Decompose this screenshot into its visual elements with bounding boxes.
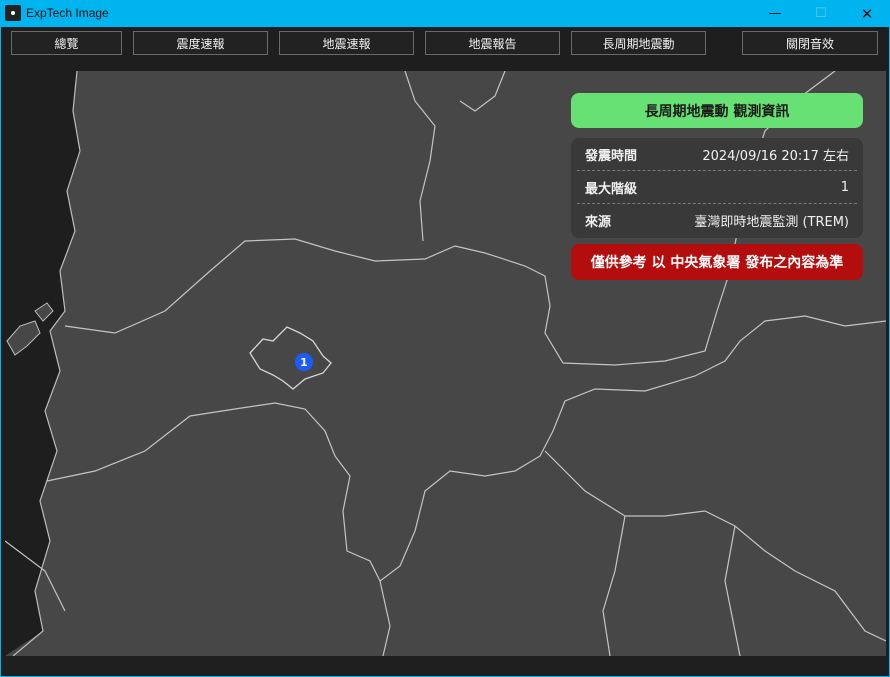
- eew-button[interactable]: 地震速報: [279, 31, 414, 55]
- info-row-value: 臺灣即時地震監測 (TREM): [694, 215, 849, 230]
- app-client-area: 總覽 震度速報 地震速報 地震報告 長周期地震動 關閉音效 1 長周期地震動 觀…: [1, 27, 889, 676]
- info-row-source: 來源 臺灣即時地震監測 (TREM): [577, 204, 857, 237]
- info-row-max-level: 最大階級 1: [577, 171, 857, 204]
- map-view[interactable]: 1 長周期地震動 觀測資訊 發震時間 2024/09/16 20:17 左右 最…: [5, 71, 886, 656]
- info-panel-header: 長周期地震動 觀測資訊: [571, 93, 863, 128]
- window-title: ExpTech Image: [26, 6, 109, 20]
- minimize-button[interactable]: —: [752, 0, 798, 27]
- title-bar: ExpTech Image — ☐ ✕: [0, 0, 890, 27]
- info-row-value: 2024/09/16 20:17 左右: [702, 148, 849, 164]
- info-row-key: 最大階級: [585, 181, 638, 197]
- info-row-value: 1: [840, 179, 849, 195]
- info-row-key: 來源: [585, 215, 612, 230]
- toolbar: 總覽 震度速報 地震速報 地震報告 長周期地震動 關閉音效: [1, 27, 889, 71]
- township-outline: [249, 326, 332, 390]
- station-level-marker[interactable]: 1: [295, 353, 313, 371]
- long-period-motion-button[interactable]: 長周期地震動: [571, 31, 706, 55]
- maximize-button[interactable]: ☐: [798, 0, 844, 27]
- app-icon: [5, 5, 21, 21]
- earthquake-report-button[interactable]: 地震報告: [425, 31, 560, 55]
- info-row-origin-time: 發震時間 2024/09/16 20:17 左右: [577, 138, 857, 171]
- status-bar: [1, 656, 889, 676]
- disclaimer-banner: 僅供參考 以 中央氣象署 發布之內容為準: [571, 244, 863, 280]
- info-panel-table: 發震時間 2024/09/16 20:17 左右 最大階級 1 來源 臺灣即時地…: [571, 138, 863, 238]
- sea-area: [5, 71, 80, 656]
- info-row-key: 發震時間: [585, 148, 638, 164]
- mute-sound-button[interactable]: 關閉音效: [742, 31, 878, 55]
- overview-button[interactable]: 總覽: [11, 31, 122, 55]
- intensity-report-button[interactable]: 震度速報: [133, 31, 268, 55]
- close-button[interactable]: ✕: [844, 0, 890, 27]
